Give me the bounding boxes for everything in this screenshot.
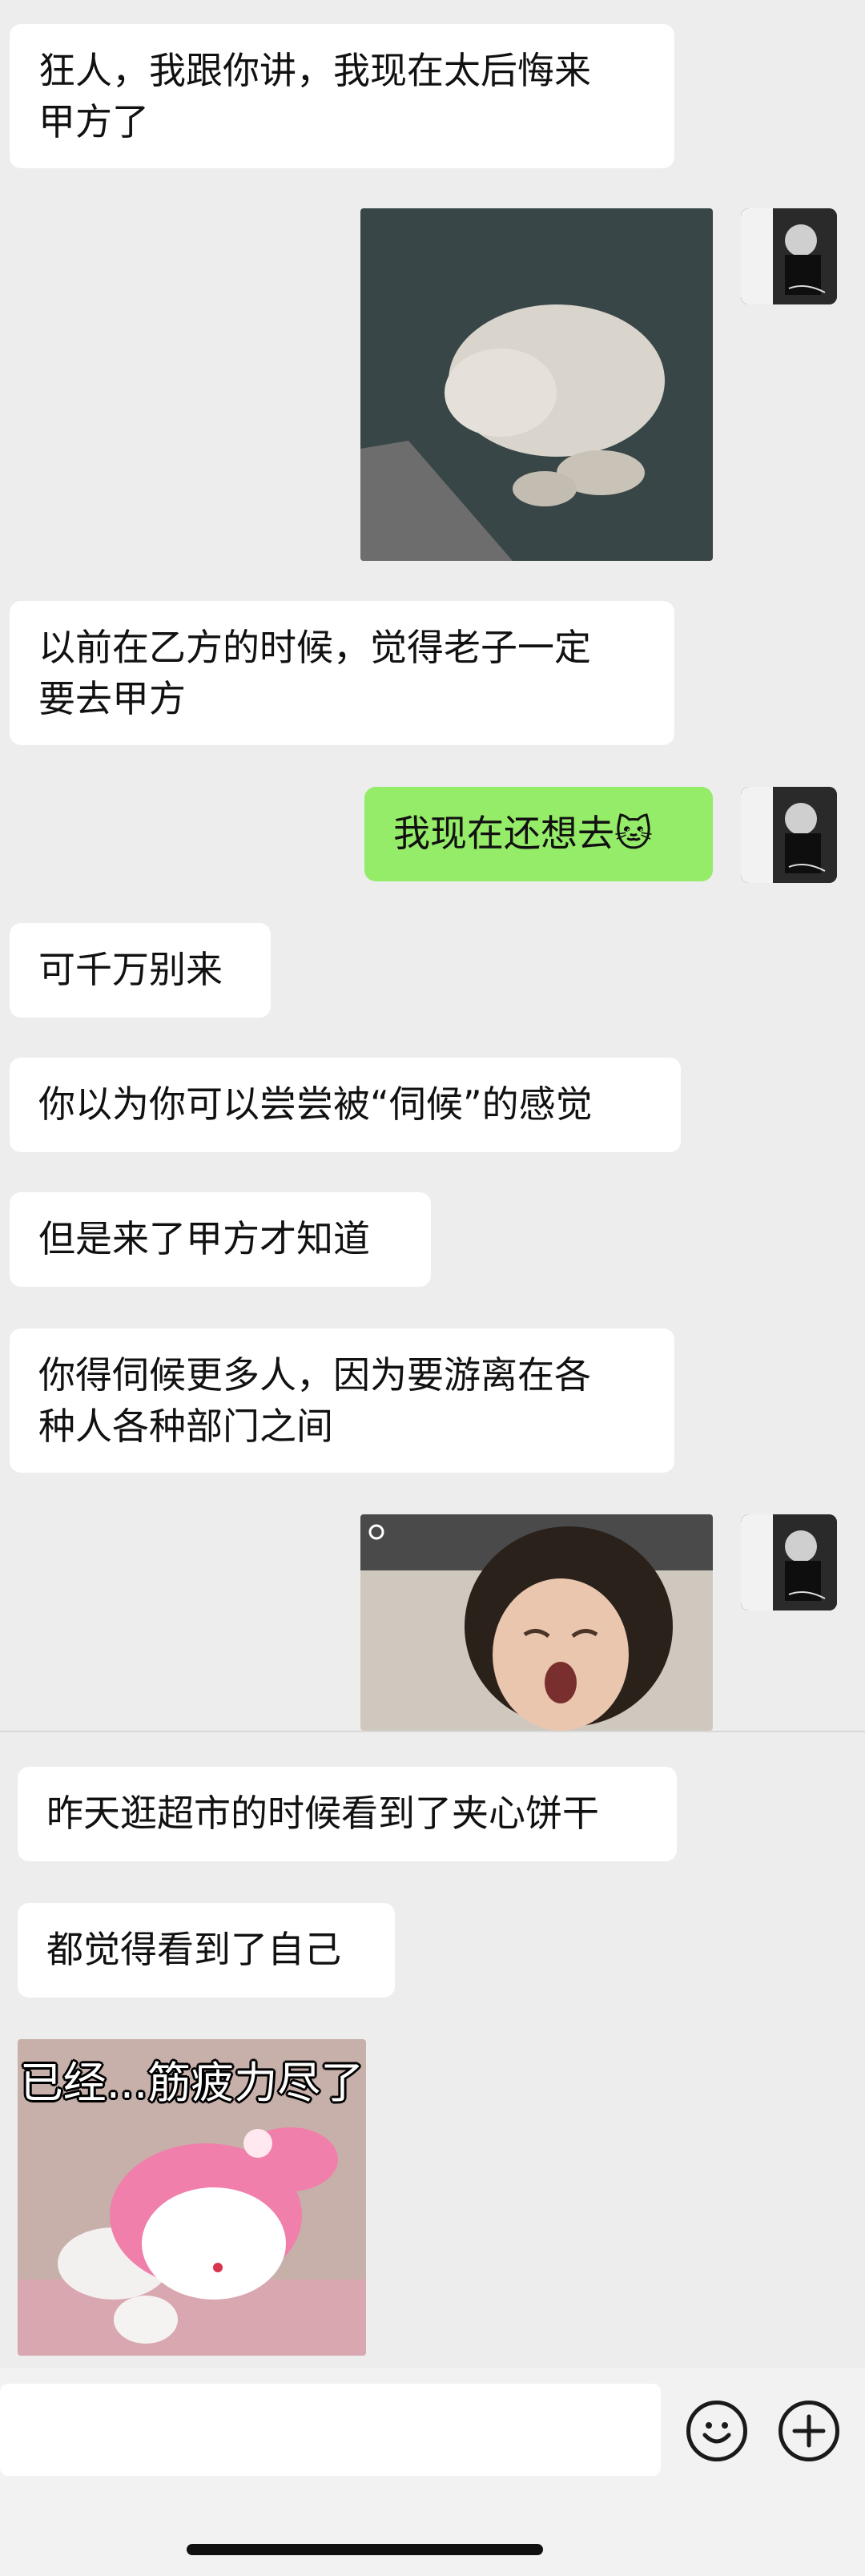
add-button[interactable] <box>778 2401 839 2461</box>
user-avatar[interactable] <box>741 1514 837 1611</box>
message-bubble-left[interactable]: 可千万别来 <box>10 923 271 1018</box>
user-avatar[interactable] <box>741 208 837 304</box>
image-message-crying-child[interactable] <box>360 1514 713 1731</box>
message-bubble-left[interactable]: 你得伺候更多人，因为要游离在各 种人各种部门之间 <box>10 1328 674 1473</box>
message-bubble-right[interactable]: 我现在还想去🐱 <box>364 787 713 881</box>
home-indicator[interactable] <box>187 2544 543 2555</box>
section-divider <box>0 1731 865 1732</box>
message-bubble-left[interactable]: 但是来了甲方才知道 <box>10 1192 431 1287</box>
message-bubble-left[interactable]: 你以为你可以尝尝被“伺候”的感觉 <box>10 1058 681 1152</box>
message-bubble-left[interactable]: 狂人，我跟你讲，我现在太后悔来 甲方了 <box>10 24 674 168</box>
user-avatar[interactable] <box>741 787 837 883</box>
emoji-button[interactable] <box>686 2401 747 2461</box>
smiley-face-icon <box>702 2422 731 2444</box>
image-message-sleeping-bear[interactable] <box>360 208 713 561</box>
sticker-message-exhausted[interactable]: 已经...筋疲力尽了 <box>18 2039 366 2356</box>
sticker-caption: 已经...筋疲力尽了 <box>19 2058 364 2108</box>
message-input[interactable] <box>0 2384 661 2476</box>
plus-icon <box>792 2414 826 2448</box>
message-bubble-left[interactable]: 以前在乙方的时候，觉得老子一定 要去甲方 <box>10 601 674 745</box>
message-bubble-left[interactable]: 昨天逛超市的时候看到了夹心饼干 <box>18 1767 677 1861</box>
message-bubble-left[interactable]: 都觉得看到了自己 <box>18 1903 395 1998</box>
